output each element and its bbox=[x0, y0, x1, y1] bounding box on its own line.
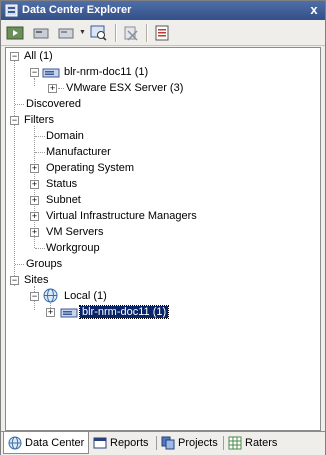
close-button[interactable]: x bbox=[307, 3, 321, 17]
find-icon bbox=[90, 25, 107, 41]
tree-node-status[interactable]: Status bbox=[44, 176, 79, 192]
tree-connector bbox=[34, 78, 35, 86]
properties-icon bbox=[155, 25, 169, 41]
report-icon bbox=[93, 437, 107, 448]
tree-node-discovered[interactable]: Discovered bbox=[24, 96, 83, 112]
server-icon bbox=[60, 308, 78, 318]
expander-local[interactable]: − bbox=[30, 292, 39, 301]
tree-node-label: Subnet bbox=[46, 194, 81, 206]
globe-icon bbox=[8, 436, 22, 449]
tree-node-sites[interactable]: Sites bbox=[22, 272, 50, 288]
expander-operating-system[interactable]: + bbox=[30, 164, 39, 173]
tree-node-domain[interactable]: Domain bbox=[44, 128, 86, 144]
tree-node-label: blr-nrm-doc11 (1) bbox=[64, 66, 149, 78]
toolbar-separator bbox=[115, 24, 117, 42]
add-device-icon bbox=[33, 28, 49, 39]
tree-node-label: All (1) bbox=[24, 50, 53, 62]
tree-node-label: Sites bbox=[24, 274, 49, 286]
tree-node-label: blr-nrm-doc11 (1) bbox=[78, 305, 170, 319]
tree-node-label: VM Servers bbox=[46, 226, 104, 238]
tree-node-subnet[interactable]: Subnet bbox=[44, 192, 83, 208]
tree-node-label: Status bbox=[46, 178, 78, 190]
tree-node-label: Manufacturer bbox=[46, 146, 111, 158]
device-dropdown-icon bbox=[58, 28, 74, 39]
tree-connector bbox=[34, 233, 35, 248]
find-button[interactable] bbox=[89, 23, 109, 43]
tab-label: Raters bbox=[245, 436, 278, 449]
tree-node-label: Workgroup bbox=[46, 242, 100, 254]
tree-connector bbox=[15, 264, 24, 265]
expander-status[interactable]: + bbox=[30, 180, 39, 189]
tree-node-vmware[interactable]: VMware ESX Server (3) bbox=[64, 80, 185, 96]
expander-local-host[interactable]: + bbox=[46, 308, 55, 317]
projects-icon bbox=[161, 436, 175, 449]
tree-node-label: Operating System bbox=[46, 162, 135, 174]
tree-node-filters[interactable]: Filters bbox=[22, 112, 56, 128]
tree-node-label: VMware ESX Server (3) bbox=[66, 82, 184, 94]
expander-filters[interactable]: − bbox=[10, 116, 19, 125]
tree-node-all[interactable]: All (1) bbox=[22, 48, 55, 64]
tab-label: Reports bbox=[110, 436, 149, 449]
tree-connector bbox=[15, 104, 24, 105]
tree-node-operating-system[interactable]: Operating System bbox=[44, 160, 136, 176]
expander-vim[interactable]: + bbox=[30, 212, 39, 221]
tree-node-vm-servers[interactable]: VM Servers bbox=[44, 224, 105, 240]
tree-node-label: Filters bbox=[24, 114, 54, 126]
tree-connector bbox=[14, 61, 15, 286]
data-center-explorer-window: Data Center Explorer x ▼ − All (1) − blr… bbox=[0, 0, 326, 455]
window-title: Data Center Explorer bbox=[22, 4, 132, 16]
explorer-tree[interactable]: − All (1) − blr-nrm-doc11 (1) + VMware E… bbox=[5, 47, 321, 431]
tab-label: Projects bbox=[178, 436, 218, 449]
delete-button[interactable] bbox=[121, 23, 141, 43]
grid-icon bbox=[228, 436, 242, 449]
expander-vmware[interactable]: + bbox=[48, 84, 57, 93]
tree-node-label: Virtual Infrastructure Managers bbox=[46, 210, 197, 222]
tree-node-virtual-infrastructure-managers[interactable]: Virtual Infrastructure Managers bbox=[44, 208, 199, 224]
tree-node-label: Groups bbox=[26, 258, 63, 270]
title-bar[interactable]: Data Center Explorer x bbox=[1, 1, 325, 20]
tree-node-local[interactable]: Local (1) bbox=[62, 288, 109, 304]
tree-node-label: Discovered bbox=[26, 98, 82, 110]
expander-all[interactable]: − bbox=[10, 52, 19, 61]
toolbar: ▼ bbox=[1, 21, 325, 46]
delete-icon bbox=[124, 26, 138, 41]
tree-node-label: Local (1) bbox=[64, 290, 107, 302]
expander-host[interactable]: − bbox=[30, 68, 39, 77]
bottom-tab-bar: Data Center Reports Projects Raters bbox=[1, 431, 325, 455]
chevron-down-icon[interactable]: ▼ bbox=[79, 29, 86, 36]
tab-raters[interactable]: Raters bbox=[224, 432, 284, 453]
tree-node-host[interactable]: blr-nrm-doc11 (1) bbox=[62, 64, 150, 80]
tab-label: Data Center bbox=[25, 436, 85, 449]
tree-node-local-host[interactable]: blr-nrm-doc11 (1) bbox=[78, 304, 170, 320]
tree-node-label: Domain bbox=[46, 130, 84, 142]
tree-node-workgroup[interactable]: Workgroup bbox=[44, 240, 102, 256]
connect-button[interactable] bbox=[5, 23, 25, 43]
toolbar-separator bbox=[146, 24, 148, 42]
expander-sites[interactable]: − bbox=[10, 276, 19, 285]
tab-projects[interactable]: Projects bbox=[157, 432, 223, 453]
tab-reports[interactable]: Reports bbox=[89, 432, 155, 453]
add-device-button[interactable] bbox=[31, 23, 51, 43]
properties-button[interactable] bbox=[152, 23, 172, 43]
server-icon bbox=[42, 68, 60, 78]
globe-icon bbox=[43, 288, 58, 303]
tab-data-center[interactable]: Data Center bbox=[3, 432, 89, 454]
connect-icon bbox=[6, 26, 24, 40]
tree-node-groups[interactable]: Groups bbox=[24, 256, 64, 272]
explorer-icon bbox=[5, 4, 18, 17]
device-dropdown-button[interactable] bbox=[56, 23, 76, 43]
tree-node-manufacturer[interactable]: Manufacturer bbox=[44, 144, 113, 160]
expander-subnet[interactable]: + bbox=[30, 196, 39, 205]
